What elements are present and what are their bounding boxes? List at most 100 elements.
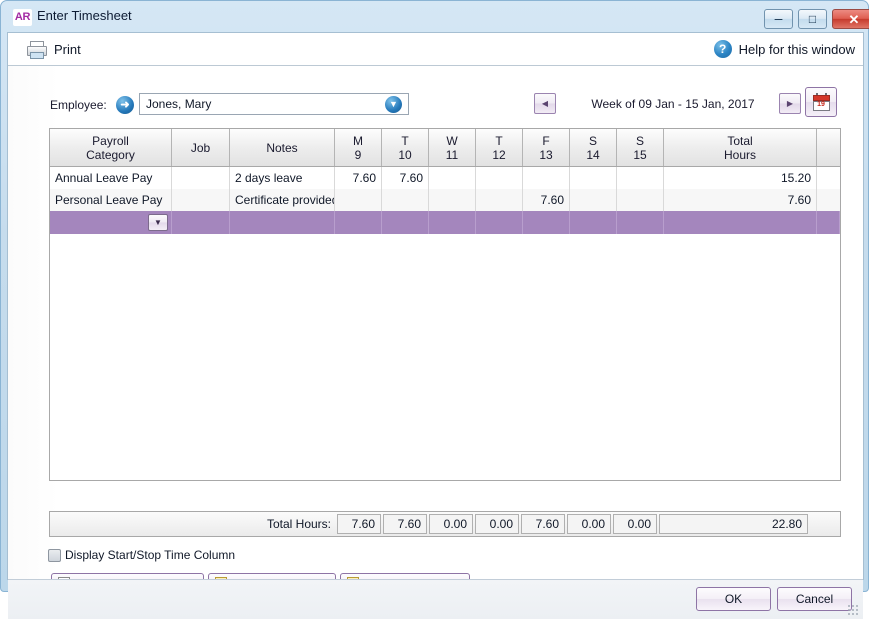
cell-job[interactable] — [172, 211, 230, 234]
cell-tue[interactable] — [382, 211, 429, 234]
timesheet-panel: Employee: ➜ Jones, Mary ▼ ◀ Week of 09 J… — [8, 66, 863, 596]
grid-header-cell-notes[interactable]: Notes — [230, 129, 335, 166]
cell-sat[interactable] — [570, 211, 617, 234]
timesheet-grid[interactable]: Payroll Category Job Notes M 9 T 10 W 11 T 12 F 13 S 14… — [49, 128, 841, 481]
previous-week-button[interactable]: ◀ — [534, 93, 556, 114]
cell-thu[interactable] — [476, 211, 523, 234]
grid-header-cell-sat[interactable]: S 14 — [570, 129, 617, 166]
cancel-label: Cancel — [795, 592, 834, 606]
cell-job[interactable] — [172, 189, 230, 211]
cell-mon[interactable] — [335, 211, 382, 234]
cell-sun[interactable] — [617, 189, 664, 211]
cell-sat[interactable] — [570, 167, 617, 189]
grid-header-line2: 13 — [539, 147, 553, 162]
grid-header-cell-wed[interactable]: W 11 — [429, 129, 476, 166]
cell-total[interactable]: 15.20 — [664, 167, 817, 189]
calendar-picker-button[interactable]: 19 — [805, 87, 837, 117]
calendar-icon: 19 — [812, 93, 830, 111]
grid-header-cell-job[interactable]: Job — [172, 129, 230, 166]
cell-notes[interactable]: 2 days leave — [230, 167, 335, 189]
cell-fri[interactable] — [523, 211, 570, 234]
table-row[interactable]: Annual Leave Pay 2 days leave 7.60 7.60 15.2… — [50, 167, 840, 189]
employee-dropdown-icon[interactable]: ▼ — [385, 96, 402, 113]
maximize-button[interactable]: □ — [798, 9, 827, 29]
grid-header-line1: T — [495, 133, 503, 148]
display-start-stop-row[interactable]: Display Start/Stop Time Column — [48, 548, 235, 562]
grid-header-line1: T — [401, 133, 409, 148]
cell-sun[interactable] — [617, 211, 664, 234]
chevron-left-icon: ◀ — [541, 99, 549, 108]
grid-header-cell-tue[interactable]: T 10 — [382, 129, 429, 166]
grid-header-line1: W — [446, 133, 458, 148]
employee-input[interactable]: Jones, Mary ▼ — [139, 93, 409, 115]
printer-icon — [26, 40, 47, 59]
cell-fri[interactable]: 7.60 — [523, 189, 570, 211]
total-mon: 7.60 — [337, 514, 381, 534]
cell-wed[interactable] — [429, 167, 476, 189]
grid-header-line2: Hours — [723, 147, 756, 162]
grid-header-line2: 12 — [492, 147, 506, 162]
print-label: Print — [54, 41, 81, 57]
totals-spacer — [810, 512, 840, 536]
grid-header-cell-category[interactable]: Payroll Category — [50, 129, 172, 166]
cell-tue[interactable] — [382, 189, 429, 211]
app-badge-icon: AR — [13, 9, 32, 26]
cell-tue[interactable]: 7.60 — [382, 167, 429, 189]
grid-header-cell-thu[interactable]: T 12 — [476, 129, 523, 166]
total-wed: 0.00 — [429, 514, 473, 534]
grid-header-line1: Notes — [266, 140, 298, 155]
grid-header-cell-trailing[interactable] — [817, 129, 840, 166]
grid-header-cell-sun[interactable]: S 15 — [617, 129, 664, 166]
table-row-selected[interactable] — [50, 211, 840, 234]
calendar-day-number: 19 — [817, 101, 825, 108]
cell-mon[interactable] — [335, 189, 382, 211]
print-button[interactable]: Print — [20, 36, 87, 62]
grid-header-line2: 11 — [445, 147, 459, 162]
close-button[interactable]: ✕ — [832, 9, 869, 29]
cell-sat[interactable] — [570, 189, 617, 211]
cell-total[interactable] — [664, 211, 817, 234]
grid-header-line1: F — [542, 133, 550, 148]
grid-header-line2: 10 — [398, 147, 412, 162]
help-link[interactable]: ? Help for this window — [713, 40, 855, 58]
cell-fri[interactable] — [523, 167, 570, 189]
cell-trailing[interactable] — [817, 189, 840, 211]
total-fri: 7.60 — [521, 514, 565, 534]
cell-notes[interactable]: Certificate provided — [230, 189, 335, 211]
resize-grip[interactable] — [847, 604, 859, 616]
grid-header-line1: Total — [727, 133, 753, 148]
total-sun: 0.00 — [613, 514, 657, 534]
cell-job[interactable] — [172, 167, 230, 189]
grid-header: Payroll Category Job Notes M 9 T 10 W 11 T 12 F 13 S 14… — [50, 129, 840, 167]
total-sat: 0.00 — [567, 514, 611, 534]
close-icon: ✕ — [848, 11, 860, 27]
cell-wed[interactable] — [429, 189, 476, 211]
ok-button[interactable]: OK — [696, 587, 771, 611]
totals-bar: Total Hours: 7.60 7.60 0.00 0.00 7.60 0.00 0.00… — [49, 511, 841, 537]
grid-header-cell-fri[interactable]: F 13 — [523, 129, 570, 166]
cell-trailing[interactable] — [817, 211, 840, 234]
title-bar[interactable]: AR Enter Timesheet – □ ✕ — [7, 2, 869, 32]
minimize-button[interactable]: – — [764, 9, 793, 29]
cell-total[interactable]: 7.60 — [664, 189, 817, 211]
employee-drilldown-icon[interactable]: ➜ — [116, 96, 134, 114]
cell-thu[interactable] — [476, 189, 523, 211]
cell-notes[interactable] — [230, 211, 335, 234]
grid-header-cell-mon[interactable]: M9 — [335, 129, 382, 166]
cell-mon[interactable]: 7.60 — [335, 167, 382, 189]
cell-category[interactable]: Personal Leave Pay — [50, 189, 172, 211]
table-row[interactable]: Personal Leave Pay Certificate provided 7.… — [50, 189, 840, 211]
cell-wed[interactable] — [429, 211, 476, 234]
payroll-category-dropdown-icon[interactable]: ▼ — [148, 214, 168, 231]
cell-category[interactable]: Annual Leave Pay — [50, 167, 172, 189]
grid-body[interactable]: Annual Leave Pay 2 days leave 7.60 7.60 15.2… — [50, 167, 840, 234]
employee-week-row: Employee: ➜ Jones, Mary ▼ ◀ Week of 09 J… — [8, 87, 863, 121]
window-title: Enter Timesheet — [37, 8, 132, 23]
display-start-stop-checkbox[interactable] — [48, 548, 61, 562]
cell-trailing[interactable] — [817, 167, 840, 189]
cancel-button[interactable]: Cancel — [777, 587, 852, 611]
grid-header-cell-total[interactable]: Total Hours — [664, 129, 817, 166]
next-week-button[interactable]: ▶ — [779, 93, 801, 114]
cell-thu[interactable] — [476, 167, 523, 189]
cell-sun[interactable] — [617, 167, 664, 189]
